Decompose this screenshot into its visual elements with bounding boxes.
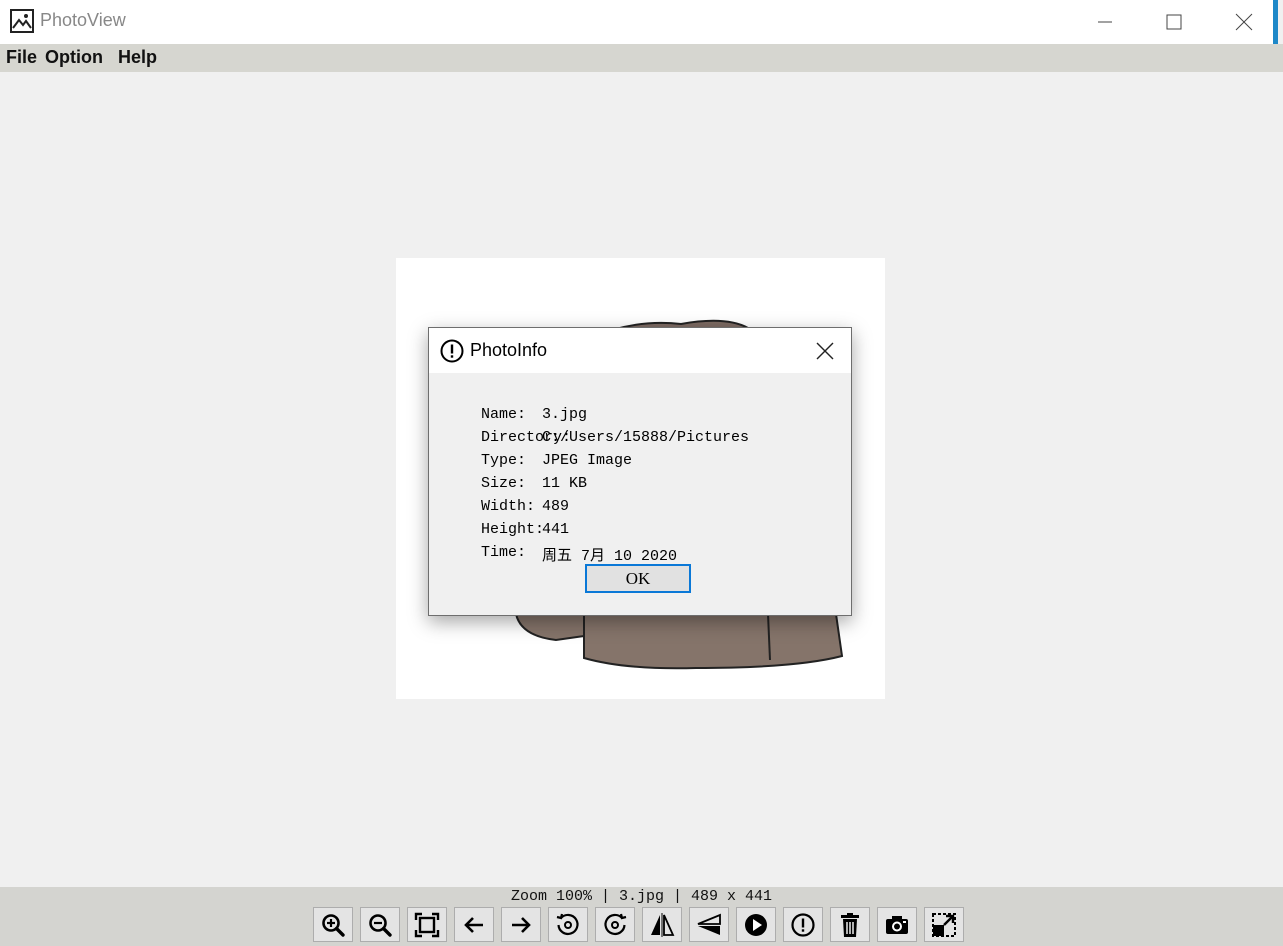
- fullscreen-button[interactable]: [924, 907, 964, 942]
- next-button[interactable]: [501, 907, 541, 942]
- zoom-in-button[interactable]: [313, 907, 353, 942]
- info-row-time: Time: 周五 7月 10 2020: [445, 527, 677, 578]
- flip-horizontal-button[interactable]: [642, 907, 682, 942]
- menu-bar: File Option Help: [0, 44, 1283, 72]
- info-value: C:/Users/15888/Pictures: [542, 429, 750, 446]
- fullscreen-icon: [932, 912, 956, 937]
- rotate-right-button[interactable]: [595, 907, 635, 942]
- flip-vertical-icon: [697, 913, 721, 935]
- photo-info-button[interactable]: [783, 907, 823, 942]
- slideshow-play-icon: [745, 913, 767, 936]
- menu-option[interactable]: Option: [45, 47, 103, 68]
- close-window-button[interactable]: [1209, 0, 1279, 44]
- info-value: 441: [542, 521, 570, 538]
- close-icon: [1235, 13, 1253, 31]
- delete-trash-icon: [841, 912, 859, 937]
- slideshow-button[interactable]: [736, 907, 776, 942]
- info-icon: [440, 339, 464, 363]
- status-text: Zoom 100% | 3.jpg | 489 x 441: [510, 888, 773, 905]
- zoom-out-icon: [369, 913, 392, 937]
- close-icon: [816, 342, 834, 360]
- next-arrow-icon: [512, 916, 531, 933]
- flip-horizontal-icon: [651, 912, 675, 937]
- zoom-out-button[interactable]: [360, 907, 400, 942]
- info-value: 11 KB: [542, 475, 588, 492]
- zoom-in-icon: [322, 913, 345, 937]
- info-value: 周五 7月 10 2020: [542, 548, 678, 565]
- delete-button[interactable]: [830, 907, 870, 942]
- rotate-left-icon: [556, 913, 579, 935]
- photo-info-dialog: PhotoInfo Name: 3.jpg Directory: C:/Users/…: [428, 327, 852, 616]
- minimize-button[interactable]: [1070, 0, 1140, 44]
- bottom-bar: Zoom 100% | 3.jpg | 489 x 441: [0, 887, 1283, 946]
- maximize-button[interactable]: [1139, 0, 1209, 44]
- rotate-left-button[interactable]: [548, 907, 588, 942]
- fit-to-window-icon: [414, 912, 440, 937]
- menu-file[interactable]: File: [6, 47, 37, 68]
- info-value: 489: [542, 498, 570, 515]
- rotate-right-icon: [604, 913, 627, 935]
- photo-app-icon: [10, 9, 34, 33]
- minimize-icon: [1098, 21, 1112, 23]
- title-bar: PhotoView: [0, 0, 1279, 52]
- previous-arrow-icon: [464, 916, 483, 933]
- dialog-close-button[interactable]: [812, 338, 838, 364]
- dialog-title: PhotoInfo: [470, 340, 548, 360]
- dialog-header: PhotoInfo: [429, 328, 851, 373]
- screenshot-camera-icon: [886, 915, 908, 934]
- window-title: PhotoView: [40, 10, 126, 30]
- previous-button[interactable]: [454, 907, 494, 942]
- menu-help[interactable]: Help: [118, 47, 157, 68]
- info-label: Time:: [481, 544, 527, 561]
- info-value: JPEG Image: [542, 452, 633, 469]
- flip-vertical-button[interactable]: [689, 907, 729, 942]
- ok-button[interactable]: OK: [585, 564, 691, 593]
- fit-to-window-button[interactable]: [407, 907, 447, 942]
- info-icon: [791, 912, 815, 937]
- screenshot-button[interactable]: [877, 907, 917, 942]
- maximize-icon: [1166, 14, 1182, 30]
